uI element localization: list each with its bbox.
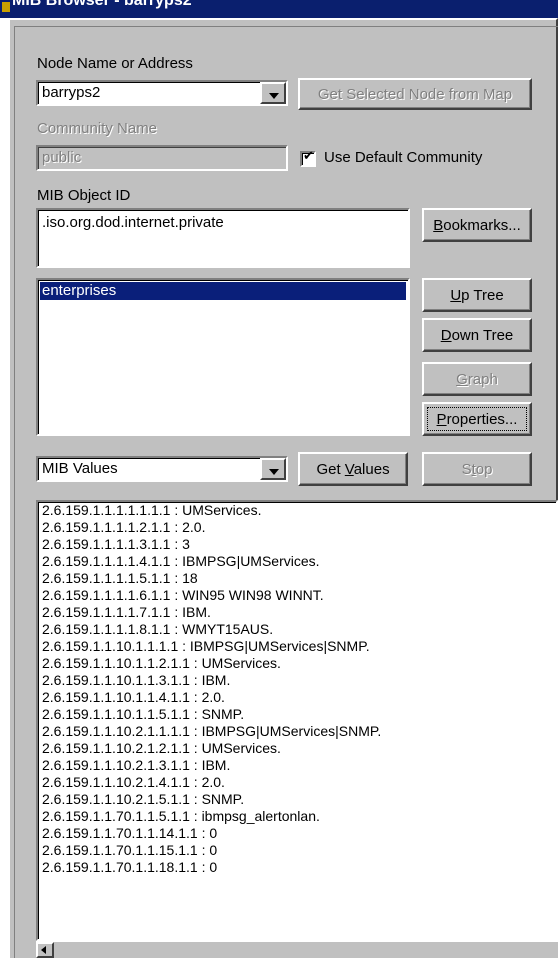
node-name-combobox[interactable]: barryps2 bbox=[36, 80, 288, 106]
values-dropdown-arrow-icon[interactable] bbox=[260, 458, 286, 480]
graph-button: Graph bbox=[422, 362, 532, 396]
community-name-label: Community Name bbox=[37, 120, 158, 137]
use-default-community-label[interactable]: Use Default Community bbox=[324, 149, 482, 166]
list-item: 2.6.159.1.1.70.1.1.14.1.1 : 0 bbox=[42, 825, 218, 841]
bookmarks-button[interactable]: Bookmarks... bbox=[422, 208, 532, 242]
community-name-field: public bbox=[36, 145, 288, 171]
node-name-value: barryps2 bbox=[42, 84, 101, 101]
list-item: 2.6.159.1.1.1.1.3.1.1 : 3 bbox=[42, 536, 190, 552]
get-selected-node-button: Get Selected Node from Map bbox=[298, 78, 532, 110]
mib-values-list[interactable]: 2.6.159.1.1.1.1.1.1.1 : UMServices. 2.6.… bbox=[36, 500, 558, 941]
list-item: 2.6.159.1.1.1.1.5.1.1 : 18 bbox=[42, 570, 198, 586]
tree-item-label: enterprises bbox=[42, 282, 117, 299]
mib-object-id-label: MIB Object ID bbox=[37, 187, 131, 204]
list-item: 2.6.159.1.1.70.1.1.15.1.1 : 0 bbox=[42, 842, 218, 858]
mib-object-id-field[interactable]: .iso.org.dod.internet.private bbox=[36, 208, 410, 268]
list-item: 2.6.159.1.1.10.2.1.4.1.1 : 2.0. bbox=[42, 774, 225, 790]
graph-label: Graph bbox=[456, 370, 498, 388]
up-tree-label: Up Tree bbox=[450, 286, 504, 304]
app-icon bbox=[2, 2, 10, 12]
list-item: 2.6.159.1.1.10.2.1.1.1.1 : IBMPSG|UMServ… bbox=[42, 723, 382, 739]
node-name-label: Node Name or Address bbox=[37, 55, 193, 72]
list-item: 2.6.159.1.1.1.1.1.1.1 : UMServices. bbox=[42, 502, 262, 518]
stop-label: Stop bbox=[461, 460, 493, 478]
list-item: 2.6.159.1.1.1.1.6.1.1 : WIN95 WIN98 WINN… bbox=[42, 587, 324, 603]
horizontal-scrollbar[interactable] bbox=[36, 941, 558, 958]
window-titlebar[interactable]: MIB Browser - barryps2 bbox=[0, 0, 558, 18]
bookmarks-label: Bookmarks... bbox=[433, 216, 521, 234]
list-item: 2.6.159.1.1.10.1.1.4.1.1 : 2.0. bbox=[42, 689, 225, 705]
values-type-dropdown[interactable]: MIB Values bbox=[36, 456, 288, 482]
list-item-selected[interactable]: enterprises bbox=[40, 282, 406, 300]
values-type-selected: MIB Values bbox=[42, 460, 118, 477]
community-name-value: public bbox=[42, 149, 82, 166]
window-title: MIB Browser - barryps2 bbox=[12, 0, 192, 9]
down-tree-label: Down Tree bbox=[440, 326, 514, 344]
use-default-community-checkbox[interactable] bbox=[300, 149, 316, 167]
list-item: 2.6.159.1.1.10.1.1.3.1.1 : IBM. bbox=[42, 672, 231, 688]
get-values-button[interactable]: Get Values bbox=[298, 452, 408, 486]
list-item: 2.6.159.1.1.10.2.1.2.1.1 : UMServices. bbox=[42, 740, 281, 756]
list-item: 2.6.159.1.1.1.1.7.1.1 : IBM. bbox=[42, 604, 211, 620]
node-dropdown-arrow-icon[interactable] bbox=[260, 82, 286, 104]
list-item: 2.6.159.1.1.10.2.1.3.1.1 : IBM. bbox=[42, 757, 231, 773]
scroll-left-arrow-icon[interactable] bbox=[36, 942, 54, 958]
list-item: 2.6.159.1.1.1.1.4.1.1 : IBMPSG|UMService… bbox=[42, 553, 320, 569]
mib-object-id-value: .iso.org.dod.internet.private bbox=[42, 214, 224, 231]
list-item: 2.6.159.1.1.10.1.1.5.1.1 : SNMP. bbox=[42, 706, 245, 722]
mib-tree-list[interactable]: enterprises bbox=[36, 278, 410, 436]
get-selected-node-label: Get Selected Node from Map bbox=[317, 85, 513, 103]
properties-button[interactable]: Properties... bbox=[422, 402, 532, 436]
list-item: 2.6.159.1.1.1.1.8.1.1 : WMYT15AUS. bbox=[42, 621, 274, 637]
stop-button: Stop bbox=[422, 452, 532, 486]
list-item: 2.6.159.1.1.70.1.1.18.1.1 : 0 bbox=[42, 859, 218, 875]
list-item: 2.6.159.1.1.10.1.1.1.1 : IBMPSG|UMServic… bbox=[42, 638, 370, 654]
up-tree-button[interactable]: Up Tree bbox=[422, 278, 532, 312]
list-item: 2.6.159.1.1.10.2.1.5.1.1 : SNMP. bbox=[42, 791, 245, 807]
list-item: 2.6.159.1.1.1.1.2.1.1 : 2.0. bbox=[42, 519, 206, 535]
get-values-label: Get Values bbox=[316, 460, 390, 478]
down-tree-button[interactable]: Down Tree bbox=[422, 318, 532, 352]
list-item: 2.6.159.1.1.10.1.1.2.1.1 : UMServices. bbox=[42, 655, 281, 671]
properties-label: Properties... bbox=[436, 410, 518, 428]
list-item: 2.6.159.1.1.70.1.1.5.1.1 : ibmpsg_alerto… bbox=[42, 808, 320, 824]
